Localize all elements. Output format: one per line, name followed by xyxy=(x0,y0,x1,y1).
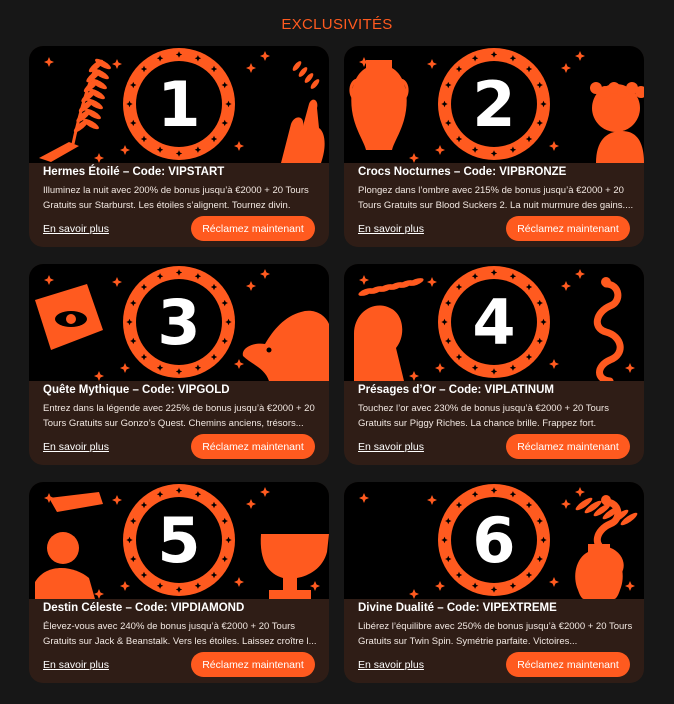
promo-description: Libérez l’équilibre avec 250% de bonus j… xyxy=(358,621,633,647)
learn-more-link[interactable]: En savoir plus xyxy=(358,659,424,671)
promo-numeral: 1 xyxy=(157,68,200,141)
promo-description: Entrez dans la légende avec 225% de bonu… xyxy=(43,403,315,429)
banner-illustration: 1 xyxy=(39,48,325,163)
claim-button[interactable]: Réclamez maintenant xyxy=(506,216,630,241)
promo-numeral: 4 xyxy=(472,286,515,359)
promo-numeral: 5 xyxy=(157,504,200,577)
promo-title: Hermes Étoilé – Code: VIPSTART xyxy=(43,166,225,178)
promo-card: 5 Destin Céleste – Code: VIPDIAMOND Élev… xyxy=(29,482,329,683)
banner-illustration: 5 xyxy=(35,484,329,599)
promo-card: 1 Hermes Étoilé – Code: VIPSTART Illumin… xyxy=(29,46,329,247)
greek-bust-icon xyxy=(590,82,644,163)
promo-title: Destin Céleste – Code: VIPDIAMOND xyxy=(43,602,245,614)
laurel-bust-icon xyxy=(354,278,424,381)
promo-title: Quête Mythique – Code: VIPGOLD xyxy=(43,384,230,396)
stone-eye-relief-icon xyxy=(35,284,103,350)
promo-banner: 6 xyxy=(344,482,644,599)
promo-description: Illuminez la nuit avec 200% de bonus jus… xyxy=(43,185,309,211)
promo-card: 3 Quête Mythique – Code: VIPGOLD Entrez … xyxy=(29,264,329,465)
promo-title: Divine Dualité – Code: VIPEXTREME xyxy=(358,602,557,614)
promo-card: 6 Divine Dualité – Code: VIPEXTREME Libé… xyxy=(344,482,644,683)
learn-more-link[interactable]: En savoir plus xyxy=(43,223,109,235)
learn-more-link[interactable]: En savoir plus xyxy=(43,659,109,671)
promo-banner: 5 xyxy=(29,482,329,599)
serpent-icon xyxy=(593,277,624,381)
promo-title: Présages d’Or – Code: VIPLATINUM xyxy=(358,384,554,396)
page-heading: EXCLUSIVITÉS xyxy=(281,16,393,33)
promo-numeral: 6 xyxy=(472,504,515,577)
promo-banner: 1 xyxy=(29,46,329,163)
claim-button[interactable]: Réclamez maintenant xyxy=(191,434,315,459)
hands-orb-icon xyxy=(35,492,103,599)
promo-card: 2 Crocs Nocturnes – Code: VIPBRONZE Plon… xyxy=(344,46,644,247)
promo-title: Crocs Nocturnes – Code: VIPBRONZE xyxy=(358,166,567,178)
promo-description: Plongez dans l’ombre avec 215% de bonus … xyxy=(358,185,634,211)
promo-numeral: 3 xyxy=(157,286,200,359)
banner-illustration: 3 xyxy=(35,266,329,381)
banner-illustration: 4 xyxy=(354,266,635,381)
claim-button[interactable]: Réclamez maintenant xyxy=(191,652,315,677)
promo-description: Élevez-vous avec 240% de bonus jusqu’à €… xyxy=(43,621,317,647)
learn-more-link[interactable]: En savoir plus xyxy=(358,441,424,453)
promo-banner: 3 xyxy=(29,264,329,381)
claim-button[interactable]: Réclamez maintenant xyxy=(506,434,630,459)
learn-more-link[interactable]: En savoir plus xyxy=(43,441,109,453)
promo-description: Touchez l’or avec 230% de bonus jusqu’à … xyxy=(358,403,609,429)
banner-illustration: 6 xyxy=(359,484,638,599)
promo-card: 4 Présages d’Or – Code: VIPLATINUM Touch… xyxy=(344,264,644,465)
learn-more-link[interactable]: En savoir plus xyxy=(358,223,424,235)
hand-gesture-icon xyxy=(281,61,325,163)
claim-button[interactable]: Réclamez maintenant xyxy=(191,216,315,241)
promo-numeral: 2 xyxy=(472,68,515,141)
banner-illustration: 2 xyxy=(349,48,644,163)
horse-head-icon xyxy=(242,310,329,381)
amphora-icon xyxy=(349,60,409,150)
palm-leaf-hand-icon xyxy=(39,58,111,162)
promo-banner: 4 xyxy=(344,264,644,381)
chalice-icon xyxy=(260,534,329,599)
promo-banner: 2 xyxy=(344,46,644,163)
claim-button[interactable]: Réclamez maintenant xyxy=(506,652,630,677)
